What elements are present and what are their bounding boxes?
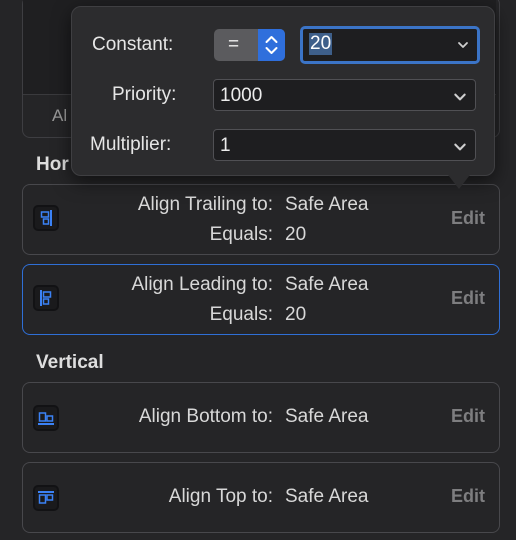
multiplier-label: Multiplier: <box>90 134 172 155</box>
constraint-equals-value: 20 <box>285 304 307 325</box>
constraint-edit-popover: Constant: = 20 Priority: 1000 Multiplier… <box>71 6 495 176</box>
constraint-card-align-leading[interactable]: Align Leading to: Safe Area Equals: 20 E… <box>22 264 500 335</box>
constant-value: 20 <box>309 33 333 55</box>
constraint-card-align-top[interactable]: Align Top to: Safe Area Edit <box>22 462 500 533</box>
relation-popup-button[interactable]: = <box>214 29 285 61</box>
constraint-attribute-label: Align Top to: <box>168 486 273 507</box>
edit-button[interactable]: Edit <box>451 486 485 507</box>
priority-label: Priority: <box>112 84 177 105</box>
align-top-icon <box>33 485 59 511</box>
constraint-attribute-label: Align Leading to: <box>131 274 273 295</box>
constant-input[interactable]: 20 <box>300 26 480 64</box>
section-title-horizontal: Hor <box>36 154 69 175</box>
popover-arrow <box>445 171 473 189</box>
constraint-target-label: Safe Area <box>285 486 369 507</box>
priority-value: 1000 <box>220 85 263 106</box>
hidden-tab-label: Al <box>52 106 68 125</box>
align-trailing-icon <box>33 205 59 231</box>
constraint-target-label: Safe Area <box>285 406 369 427</box>
edit-button[interactable]: Edit <box>451 208 485 229</box>
constraint-attribute-label: Align Bottom to: <box>138 406 273 427</box>
constraint-equals-value: 20 <box>285 224 307 245</box>
constraint-card-align-trailing[interactable]: Align Trailing to: Safe Area Equals: 20 … <box>22 184 500 255</box>
chevron-down-icon[interactable] <box>453 140 467 154</box>
multiplier-value: 1 <box>220 135 231 156</box>
constraint-target-label: Safe Area <box>285 194 369 215</box>
relation-value: = <box>228 34 240 55</box>
constraint-attribute-label: Align Trailing to: <box>137 194 273 215</box>
constraint-card-align-bottom[interactable]: Align Bottom to: Safe Area Edit <box>22 382 500 453</box>
section-title-vertical: Vertical <box>36 352 104 373</box>
chevron-down-icon[interactable] <box>457 39 469 51</box>
align-bottom-icon <box>33 405 59 431</box>
multiplier-combo-box[interactable]: 1 <box>213 129 476 161</box>
edit-button[interactable]: Edit <box>451 288 485 309</box>
constant-label: Constant: <box>92 34 174 55</box>
constraint-equals-label: Equals: <box>209 304 273 325</box>
constraint-target-label: Safe Area <box>285 274 369 295</box>
chevron-down-icon[interactable] <box>453 90 467 104</box>
align-leading-icon <box>33 285 59 311</box>
priority-combo-box[interactable]: 1000 <box>213 79 476 111</box>
up-down-arrows-icon <box>258 29 285 61</box>
edit-button[interactable]: Edit <box>451 406 485 427</box>
constraint-equals-label: Equals: <box>209 224 273 245</box>
